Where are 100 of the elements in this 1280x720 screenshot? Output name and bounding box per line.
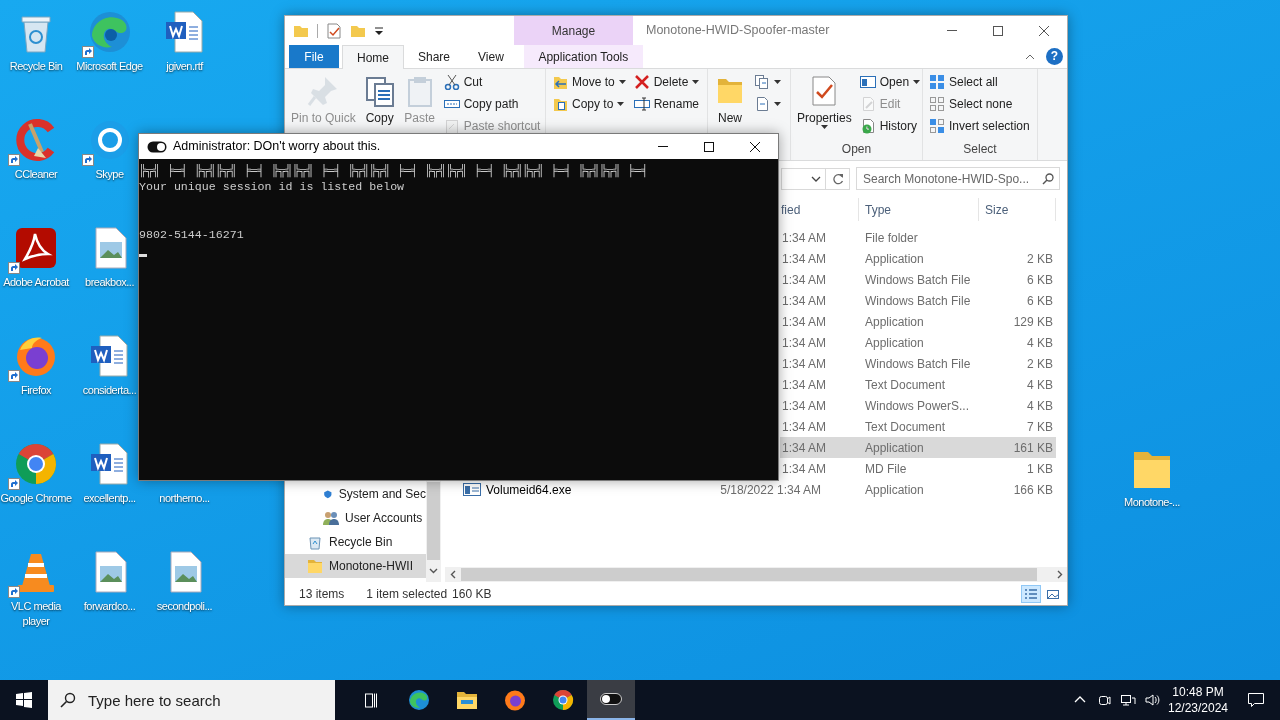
nav-item[interactable]: System and Sec: [285, 482, 426, 506]
desktop-icon-label[interactable]: VLC media player: [0, 599, 72, 629]
file-row[interactable]: 1:34 AM MD File 1 KB: [780, 458, 1056, 479]
maximize-icon[interactable]: [704, 141, 714, 152]
file-row[interactable]: 1:34 AM Text Document 4 KB: [780, 374, 1056, 395]
file-row[interactable]: 1:34 AM Windows Batch File 2 KB: [780, 353, 1056, 374]
file-size: 4 KB: [1027, 398, 1053, 413]
file-type: Application: [865, 314, 924, 329]
clock-time[interactable]: 10:48 PM: [1164, 684, 1232, 700]
file-type: Application: [865, 251, 924, 266]
file-name: Volumeid64.exe: [486, 481, 572, 499]
refresh-icon[interactable]: [831, 172, 844, 185]
ribbon-button[interactable]: Properties: [794, 71, 855, 133]
date-modified: 1:34 AM: [781, 230, 826, 245]
file-row[interactable]: 1:34 AM Windows PowerS... 4 KB: [780, 395, 1056, 416]
desktop-icon-label[interactable]: secondpoli...: [156, 599, 213, 614]
scrollbar-thumb[interactable]: [461, 568, 1037, 581]
view-button[interactable]: [1021, 584, 1041, 603]
desktop-icon-label[interactable]: Google Chrome: [0, 491, 72, 506]
desktop-icon-label[interactable]: excellentp...: [83, 491, 136, 506]
window-icon: [859, 74, 876, 90]
file-type: Windows PowerS...: [865, 398, 970, 413]
desktop-icon-label[interactable]: Monotone-...: [1124, 495, 1180, 510]
file-size: 2 KB: [1027, 356, 1053, 371]
volume-icon[interactable]: [1144, 692, 1160, 708]
desktop-icon-label[interactable]: northerno...: [159, 491, 210, 506]
ribbon-button[interactable]: Rename: [630, 93, 703, 115]
ribbon-button[interactable]: Copy path: [440, 93, 544, 115]
scroll-left-icon[interactable]: [450, 570, 456, 579]
file-row[interactable]: 1:34 AM Windows Batch File 6 KB: [780, 290, 1056, 311]
ribbon-button[interactable]: Cut: [440, 71, 544, 93]
nav-item[interactable]: Monotone-HWII: [285, 554, 426, 578]
notification-icon[interactable]: [1246, 691, 1266, 709]
search-field[interactable]: Search Monotone-HWID-Spo...: [856, 167, 1060, 190]
windows-icon[interactable]: [16, 692, 32, 708]
nav-item[interactable]: User Accounts: [285, 506, 426, 530]
toggle-icon: [147, 140, 167, 153]
file-row[interactable]: 1:34 AM Windows Batch File 6 KB: [780, 269, 1056, 290]
file-size: 6 KB: [1027, 272, 1053, 287]
pin-icon: [307, 75, 340, 107]
file-menu-button[interactable]: File: [289, 45, 339, 68]
maximize-icon[interactable]: [993, 25, 1003, 36]
ribbon-button[interactable]: Select none: [926, 93, 1033, 115]
properties-icon[interactable]: [326, 22, 342, 39]
new-item-icon: [754, 74, 770, 90]
scrollbar-thumb[interactable]: [427, 482, 440, 560]
help-button[interactable]: ?: [1046, 48, 1063, 65]
file-row[interactable]: 1:34 AM Text Document 7 KB: [780, 416, 1056, 437]
close-icon[interactable]: [750, 141, 760, 152]
ribbon-button[interactable]: Open: [856, 71, 924, 93]
file-row[interactable]: Volumeid64.exe 5/18/2022 1:34 AM Application 166 KB: [441, 479, 1056, 500]
dropdown-icon[interactable]: [374, 25, 384, 36]
caret-icon: [617, 102, 625, 106]
file-type: Application: [865, 335, 924, 350]
column-header[interactable]: fied: [780, 198, 859, 221]
column-header[interactable]: Size: [979, 198, 1056, 221]
scroll-down-icon[interactable]: [429, 568, 438, 574]
column-header[interactable]: Type: [859, 198, 979, 221]
ribbon-tab[interactable]: View: [464, 45, 518, 68]
clipboard-icon: [443, 118, 460, 134]
date-modified: 1:34 AM: [781, 272, 826, 287]
file-type: Windows Batch File: [865, 356, 971, 371]
search-field[interactable]: Type here to search: [48, 680, 335, 720]
file-row[interactable]: 1:34 AM Application 4 KB: [780, 332, 1056, 353]
ribbon-button[interactable]: Invert selection: [926, 115, 1033, 137]
ribbon-tab[interactable]: Home: [342, 45, 404, 69]
ribbon-button[interactable]: Move to: [549, 71, 629, 93]
nav-item[interactable]: Recycle Bin: [285, 530, 426, 554]
date-modified: 1:34 AM: [781, 293, 826, 308]
caret-icon: [913, 80, 921, 84]
file-row[interactable]: 1:34 AM Application 129 KB: [780, 311, 1056, 332]
taskbar-app-button[interactable]: [587, 680, 635, 720]
group-label: Open: [840, 141, 873, 158]
desktop-icon-label[interactable]: Firefox: [20, 383, 52, 398]
refresh-button[interactable]: [826, 167, 850, 190]
file-type: Windows Batch File: [865, 293, 971, 308]
ribbon-button[interactable]: History: [856, 115, 924, 137]
scroll-right-icon[interactable]: [1057, 570, 1063, 579]
desktop-icon-label[interactable]: considerta...: [82, 383, 137, 398]
ribbon-button[interactable]: Delete: [630, 71, 703, 93]
file-row[interactable]: 1:34 AM File folder: [780, 227, 1056, 248]
ribbon-tab[interactable]: Application Tools: [523, 45, 643, 68]
browser-icon: [407, 688, 431, 712]
caret-icon: [774, 80, 781, 84]
ribbon-button[interactable]: New: [711, 71, 749, 125]
file-size: 161 KB: [1013, 440, 1053, 455]
close-icon[interactable]: [1039, 25, 1049, 36]
file-row[interactable]: 1:34 AM Application 2 KB: [780, 248, 1056, 269]
selected-file-row[interactable]: 1:34 AM Application 161 KB: [780, 437, 1056, 458]
desktop-icon-label[interactable]: forwardco...: [83, 599, 136, 614]
clock-date[interactable]: 12/23/2024: [1164, 700, 1232, 716]
network-icon[interactable]: [1120, 692, 1136, 708]
ribbon-button[interactable]: Copy to: [549, 93, 629, 115]
page-icon: [754, 96, 770, 112]
ribbon-tab[interactable]: Share: [404, 45, 465, 68]
ribbon-button[interactable]: Copy: [360, 71, 399, 125]
file-type: MD File: [865, 461, 907, 476]
text-cursor: [139, 254, 147, 257]
group-label: Select: [962, 141, 998, 158]
ribbon-button[interactable]: Select all: [926, 71, 1033, 93]
